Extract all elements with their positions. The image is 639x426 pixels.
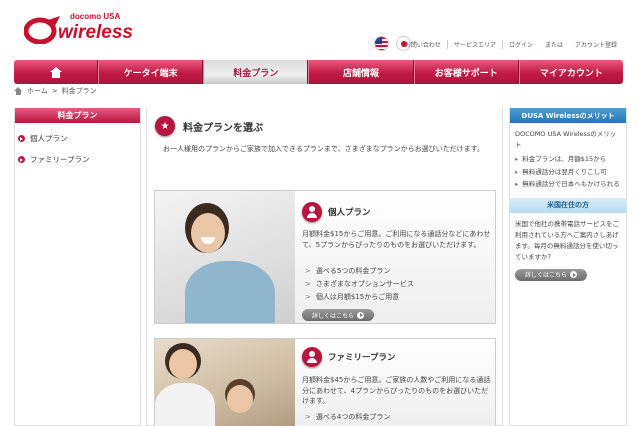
breadcrumb-home-icon [14, 87, 23, 95]
right-sidebar: DUSA Wirelessのメリット DOCOMO USA Wirelessのメ… [509, 108, 627, 426]
plan-title: 個人プラン [328, 208, 371, 218]
main-nav: ケータイ端末 料金プラン 店舗情報 お客様サポート マイアカウント [14, 60, 623, 84]
feature-item: > 個人は月額$15からご用意 [305, 291, 414, 304]
feature-item: > 選べる4つの料金プラン [305, 411, 390, 424]
triangle-bullet-icon: ▸ [515, 167, 519, 176]
feature-item: > 選べる5つの料金プラン [305, 265, 414, 278]
left-sidebar: 料金プラン 個人プラン ファミリープラン [14, 108, 141, 426]
nav-stores[interactable]: 店舗情報 [308, 60, 414, 84]
list-item: ▸ 無料通話分は翌月くりこし可 [515, 166, 621, 179]
us-flag-icon[interactable] [374, 36, 389, 51]
triangle-bullet-icon: ▸ [515, 155, 519, 163]
page-header: ★ 料金プランを選ぶ [155, 116, 263, 136]
list-item: ▸ 料金プランは、月額$15から [515, 153, 621, 166]
breadcrumb-current: 料金プラン [61, 87, 97, 95]
personal-plan-card: 個人プラン 月額料金$15からご用意。ご利用になる通話分などにあわせて、5プラン… [154, 190, 496, 324]
intro-text: お一人様用のプランからご家族で加入できるプランまで、さまざまなプランからお選びい… [163, 145, 484, 153]
sidebar-item-personal[interactable]: 個人プラン [15, 129, 140, 150]
sidebar-item-family[interactable]: ファミリープラン [15, 150, 140, 171]
login-link[interactable]: ログイン [501, 40, 539, 49]
contact-link[interactable]: お問い合わせ [399, 40, 447, 49]
plan-description: 月額料金$15からご用意。ご利用になる通話分などにあわせて、5プランからぴったり… [302, 230, 491, 249]
page-title: 料金プランを選ぶ [183, 122, 263, 134]
family-plan-card: ファミリープラン 月額料金$45からご用意。ご家族の人数やご利用になる通話分にあ… [154, 338, 496, 426]
sidebar-item-label: 個人プラン [30, 134, 68, 143]
home-icon [49, 66, 62, 78]
chevron-right-icon: > [305, 280, 311, 288]
resident-details-button[interactable]: 詳しくはこちら [515, 268, 587, 281]
triangle-bullet-icon: ▸ [515, 180, 519, 188]
plan-title: ファミリープラン [328, 353, 396, 363]
feature-item: > さまざまなオプションサービス [305, 278, 414, 291]
resident-title: 米国在住の方 [510, 197, 626, 213]
nav-plans[interactable]: 料金プラン [203, 60, 309, 84]
logo-swirl-icon [24, 16, 60, 44]
plan-header: ファミリープラン [302, 347, 396, 367]
utility-links: お問い合わせ サービスエリア ログイン または アカウント登録 [399, 40, 623, 49]
person-icon [302, 202, 322, 222]
plan-description: 月額料金$45からご用意。ご家族の人数やご利用になる通話分にあわせて、4プランか… [302, 376, 491, 405]
nav-account[interactable]: マイアカウント [518, 60, 623, 84]
chevron-right-icon: > [305, 413, 311, 421]
logo-main-text: wireless [58, 22, 133, 43]
breadcrumb-home[interactable]: ホーム [27, 86, 48, 96]
merit-title: DUSA Wirelessのメリット [510, 108, 626, 123]
docomo-usa-logo[interactable]: docomo USA wireless [24, 8, 133, 50]
arrow-bullet-icon [18, 135, 25, 142]
resident-text: 米国で他社の携帯電話サービスをご利用されている方へご案内さしあげます。毎月の無料… [515, 219, 619, 261]
list-item: ▸ 無料通話分で日本へもかけられる [515, 178, 621, 191]
family-plan-photo [155, 339, 295, 426]
plan-features: > 選べる5つの料金プラン > さまざまなオプションサービス > 個人は月額$15から… [305, 265, 414, 304]
nav-support[interactable]: お客様サポート [413, 60, 519, 84]
logo-top-text: docomo USA [70, 12, 121, 21]
chevron-right-icon: > [305, 293, 311, 301]
breadcrumb: ホーム > 料金プラン [14, 86, 97, 96]
nav-home[interactable] [14, 60, 98, 84]
button-label: 詳しくはこちら [524, 272, 567, 279]
main-content: ★ 料金プランを選ぶ お一人様用のプランからご家族で加入できるプランまで、さまざ… [146, 108, 503, 426]
star-icon: ★ [155, 116, 175, 136]
play-arrow-icon [570, 271, 577, 278]
nav-phones[interactable]: ケータイ端末 [98, 60, 204, 84]
register-link[interactable]: アカウント登録 [569, 40, 623, 49]
family-icon [302, 347, 322, 367]
merit-list: ▸ 料金プランは、月額$15から ▸ 無料通話分は翌月くりこし可 ▸ 無料通話分で日本… [510, 153, 626, 191]
personal-details-button[interactable]: 詳しくはこちら [302, 309, 374, 321]
personal-plan-photo [155, 191, 295, 323]
button-label: 詳しくはこちら [311, 312, 354, 320]
sidebar-item-label: ファミリープラン [30, 155, 90, 164]
plan-header: 個人プラン [302, 202, 371, 222]
chevron-right-icon: > [305, 267, 311, 275]
arrow-bullet-icon [18, 156, 25, 163]
or-text: または [544, 42, 563, 49]
plan-features: > 選べる4つの料金プラン [305, 411, 390, 424]
sidebar-title: 料金プラン [15, 108, 140, 123]
merit-intro: DOCOMO USA Wirelessのメリット [515, 130, 617, 149]
service-area-link[interactable]: サービスエリア [446, 40, 502, 49]
breadcrumb-separator: > [51, 87, 58, 95]
play-arrow-icon [357, 311, 364, 319]
